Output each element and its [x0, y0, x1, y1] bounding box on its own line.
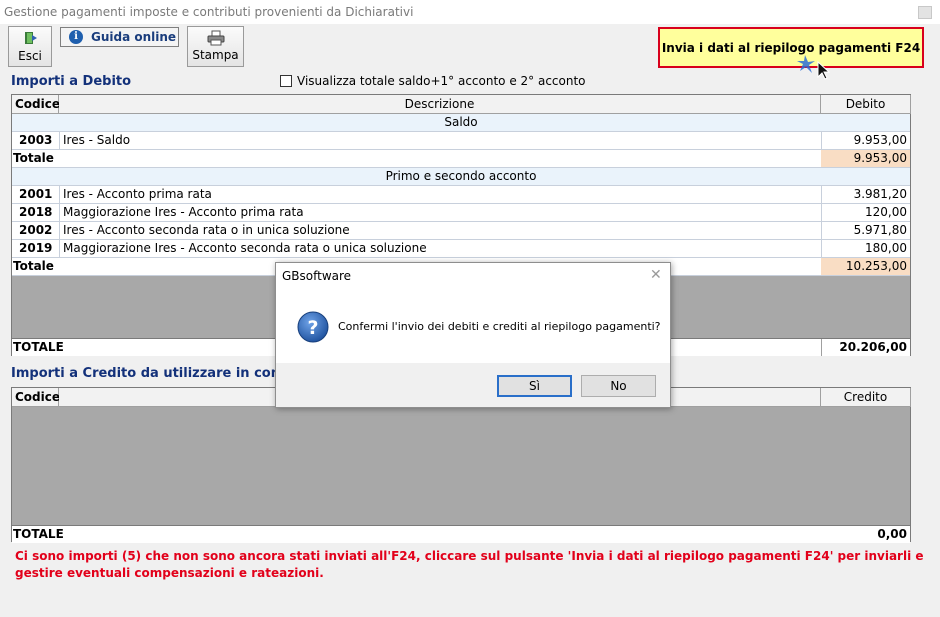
dialog-message: Confermi l'invio dei debiti e crediti al…	[338, 320, 661, 333]
column-header-descrizione: Descrizione	[59, 95, 821, 114]
credito-section-title: Importi a Credito da utilizzare in compe…	[11, 366, 320, 381]
invia-riepilogo-f24-label: Invia i dati al riepilogo pagamenti F24	[661, 41, 921, 55]
total-value: 10.253,00	[821, 258, 910, 275]
total-label: Totale	[13, 259, 54, 273]
row-importo: 120,00	[821, 204, 910, 221]
column-header-credito: Credito	[821, 388, 911, 407]
table-row[interactable]: 2001 Ires - Acconto prima rata 3.981,20	[12, 186, 910, 204]
warning-message: Ci sono importi (5) che non sono ancora …	[15, 549, 924, 580]
svg-text:?: ?	[307, 317, 318, 339]
column-header-codice: Codice	[12, 388, 60, 407]
window-close-button[interactable]	[918, 6, 932, 19]
invia-riepilogo-f24-button[interactable]: Invia i dati al riepilogo pagamenti F24	[658, 27, 924, 68]
column-header-debito: Debito	[821, 95, 911, 114]
printer-icon	[207, 30, 225, 46]
total-label: Totale	[13, 151, 54, 165]
grand-total-value: 20.206,00	[821, 339, 910, 356]
total-row: Totale 9.953,00	[12, 150, 910, 168]
visualizza-totale-label: Visualizza totale saldo+1° acconto e 2° …	[297, 74, 586, 88]
dialog-footer: Sì No	[276, 363, 670, 407]
credito-table: Codice Credito TOTALE 0,00	[11, 387, 911, 543]
row-codice: 2019	[19, 241, 53, 255]
table-row[interactable]: 2002 Ires - Acconto seconda rata o in un…	[12, 222, 910, 240]
esci-button[interactable]: Esci	[8, 26, 52, 67]
visualizza-totale-checkbox[interactable]	[280, 75, 292, 87]
esci-label: Esci	[18, 49, 42, 63]
stampa-button[interactable]: Stampa	[187, 26, 244, 67]
total-value: 9.953,00	[821, 150, 910, 167]
info-icon: i	[69, 30, 83, 44]
row-importo: 5.971,80	[821, 222, 910, 239]
mouse-cursor-icon	[797, 55, 831, 80]
debito-section-title: Importi a Debito	[11, 74, 132, 89]
row-codice: 2018	[19, 205, 53, 219]
row-codice: 2003	[19, 133, 53, 147]
confirm-dialog: GBsoftware ✕ ? Confermi l'invio dei debi…	[275, 262, 671, 408]
row-codice: 2002	[19, 223, 53, 237]
row-descrizione: Ires - Acconto prima rata	[59, 186, 821, 203]
dialog-title: GBsoftware	[282, 269, 352, 283]
table-row[interactable]: 2019 Maggiorazione Ires - Acconto second…	[12, 240, 910, 258]
title-bar: Gestione pagamenti imposte e contributi …	[0, 0, 940, 24]
group-header-saldo: Saldo	[12, 114, 910, 132]
question-icon: ?	[297, 311, 329, 343]
stampa-label: Stampa	[192, 48, 239, 62]
row-importo: 9.953,00	[821, 132, 910, 149]
grand-total-row: TOTALE 0,00	[12, 525, 910, 543]
grand-total-label: TOTALE	[13, 340, 64, 354]
grand-total-label: TOTALE	[13, 527, 64, 541]
column-header-codice: Codice	[12, 95, 60, 114]
row-descrizione: Ires - Saldo	[59, 132, 821, 149]
row-descrizione: Maggiorazione Ires - Acconto prima rata	[59, 204, 821, 221]
row-importo: 3.981,20	[821, 186, 910, 203]
table-row[interactable]: 2018 Maggiorazione Ires - Acconto prima …	[12, 204, 910, 222]
yes-button[interactable]: Sì	[497, 375, 572, 397]
no-button[interactable]: No	[581, 375, 656, 397]
close-icon[interactable]: ✕	[650, 267, 662, 283]
row-codice: 2001	[19, 187, 53, 201]
row-descrizione: Maggiorazione Ires - Acconto seconda rat…	[59, 240, 821, 257]
guida-online-button[interactable]: i Guida online	[60, 27, 179, 47]
group-header-acconti: Primo e secondo acconto	[12, 168, 910, 186]
row-importo: 180,00	[821, 240, 910, 257]
window-title: Gestione pagamenti imposte e contributi …	[4, 5, 414, 19]
table-row[interactable]: 2003 Ires - Saldo 9.953,00	[12, 132, 910, 150]
guida-online-label: Guida online	[91, 30, 177, 44]
row-descrizione: Ires - Acconto seconda rata o in unica s…	[59, 222, 821, 239]
grand-total-value: 0,00	[877, 527, 907, 541]
exit-door-icon	[25, 32, 37, 44]
